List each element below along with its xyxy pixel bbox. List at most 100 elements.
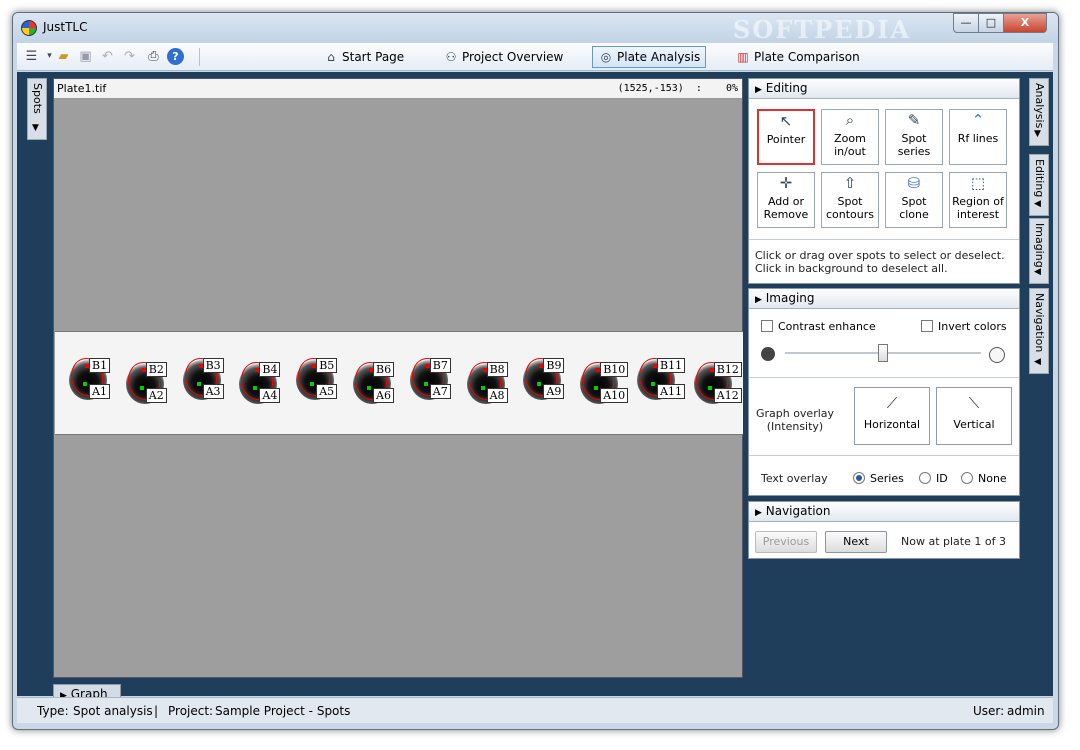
- horizontal-graph-button[interactable]: ⟋ Horizontal: [854, 387, 930, 445]
- main-toolbar: ☰ ▾ ▰ ▣ ↶ ↷ ⎙ ? ⌂ Start Page ⚇ Project Ove…: [17, 43, 1053, 71]
- spot-pair[interactable]: B3 A3: [181, 342, 237, 428]
- radio-circle[interactable]: [853, 472, 865, 484]
- status-user-value: admin: [1007, 704, 1045, 718]
- workspace: Spots ▼ Plate1.tif (1525,-153) : 0% B1 A1…: [17, 72, 1053, 704]
- spot-label-bottom: A12: [713, 388, 742, 403]
- watermark: SOFTPEDIA: [733, 15, 912, 44]
- spot-bottom-marker: [367, 386, 371, 390]
- divider: [749, 455, 1019, 456]
- text-overlay-id-radio[interactable]: ID: [919, 472, 948, 485]
- spot-clone-button[interactable]: ⛁ Spot clone: [885, 172, 943, 228]
- imaging-tab-label: Imaging: [1033, 223, 1046, 268]
- status-bar: Type: Spot analysis | Project: Sample Pr…: [17, 697, 1053, 723]
- spot-bottom-marker: [537, 382, 542, 386]
- spot-series-button[interactable]: ✎ Spot series: [885, 109, 943, 165]
- plate-comparison-icon: ▥: [737, 50, 749, 64]
- add-remove-button[interactable]: ✛ Add or Remove: [757, 172, 815, 228]
- help-icon[interactable]: ?: [167, 48, 184, 65]
- editing-tab-label: Editing: [1033, 159, 1046, 198]
- spot-pair[interactable]: B7 A7: [408, 342, 464, 428]
- text-overlay-none-radio[interactable]: None: [961, 472, 1007, 485]
- rf-lines-button[interactable]: ⌃ Rf lines: [949, 109, 1007, 165]
- imaging-side-tab[interactable]: Imaging ◀: [1029, 218, 1049, 284]
- spot-label-top: B9: [543, 358, 565, 373]
- spot-pair[interactable]: B4 A4: [237, 346, 293, 432]
- next-button[interactable]: Next: [825, 531, 887, 553]
- add-remove-icon: ✛: [779, 174, 793, 192]
- checkbox-box[interactable]: [761, 320, 773, 332]
- zoom-button[interactable]: ⌕ Zoom in/out: [821, 109, 879, 165]
- invert-colors-checkbox[interactable]: Invert colors: [921, 320, 1007, 333]
- analysis-side-tab[interactable]: Analysis ▼: [1029, 78, 1049, 146]
- spot-label-top: B7: [429, 358, 451, 373]
- spot-label-top: B2: [145, 362, 167, 377]
- spot-label-top: B3: [202, 358, 224, 373]
- spot-contours-button[interactable]: ⇧ Spot contours: [821, 172, 879, 228]
- radio-circle[interactable]: [919, 472, 931, 484]
- tlc-plate[interactable]: B1 A1 B2 A2 B3 A3 B4 A4 B5 A5 B6 A6 B7 A7 B8 A8 B9 A9 B10 A…: [55, 331, 743, 435]
- analysis-tab-label: Analysis: [1033, 83, 1046, 129]
- chevron-left-icon: ◀: [1034, 357, 1041, 367]
- tab-plate-comparison[interactable]: ▥ Plate Comparison: [729, 46, 866, 68]
- expand-arrow-icon: ▶: [755, 85, 762, 95]
- text-overlay-series-radio[interactable]: Series: [853, 472, 904, 485]
- close-button[interactable]: X: [1003, 13, 1047, 33]
- spot-bottom-marker: [594, 386, 599, 390]
- spot-label-bottom: A9: [543, 384, 565, 399]
- navigation-panel-header[interactable]: ▶ Navigation: [749, 502, 1019, 522]
- app-window: JustTLC SOFTPEDIA — □ X ☰ ▾ ▰ ▣ ↶ ↷ ⎙ ? …: [12, 12, 1059, 730]
- spot-bottom-marker: [651, 382, 655, 386]
- spot-pair[interactable]: B2 A2: [124, 346, 180, 432]
- status-project-label: Project:: [168, 704, 214, 718]
- spot-pair[interactable]: B11 A11: [635, 342, 691, 428]
- spot-pair[interactable]: B6 A6: [351, 346, 407, 432]
- status-user-label: User:: [973, 704, 1005, 718]
- plate-position-status: Now at plate 1 of 3: [901, 535, 1006, 548]
- tab-project-overview[interactable]: ⚇ Project Overview: [437, 46, 569, 68]
- spot-bottom-marker: [707, 386, 712, 390]
- chevron-left-icon: ◀: [1034, 267, 1041, 277]
- tab-plate-analysis[interactable]: ◎ Plate Analysis: [592, 46, 707, 68]
- status-type-value: Spot analysis: [73, 704, 153, 718]
- plate-image-pane[interactable]: Plate1.tif (1525,-153) : 0% B1 A1 B2 A2 B3 A3…: [53, 78, 743, 678]
- status-separator: |: [154, 704, 159, 718]
- contrast-enhance-checkbox[interactable]: Contrast enhance: [761, 320, 876, 333]
- pointer-button[interactable]: ↖ Pointer: [757, 109, 815, 165]
- imaging-panel-header[interactable]: ▶ Imaging: [749, 289, 1019, 309]
- editing-side-tab[interactable]: Editing ◀: [1029, 154, 1049, 216]
- undo-icon[interactable]: ↶: [99, 48, 116, 65]
- slider-thumb[interactable]: [878, 344, 888, 362]
- list-icon[interactable]: ☰: [23, 48, 40, 65]
- spot-label-top: B1: [89, 358, 111, 373]
- region-of-interest-button[interactable]: ⬚ Region of interest: [949, 172, 1007, 228]
- spot-pair[interactable]: B8 A8: [465, 346, 521, 432]
- save-icon[interactable]: ▣: [77, 48, 94, 65]
- spot-bottom-marker: [310, 382, 315, 386]
- spot-pair[interactable]: B10 A10: [578, 346, 634, 432]
- spot-pair[interactable]: B12 A12: [692, 346, 743, 432]
- checkbox-box[interactable]: [921, 320, 933, 332]
- print-icon[interactable]: ⎙: [145, 48, 162, 65]
- spots-tab-label: Spots: [31, 83, 44, 114]
- open-folder-icon[interactable]: ▰: [55, 48, 72, 65]
- spot-pair[interactable]: B9 A9: [521, 342, 577, 428]
- spots-side-tab[interactable]: Spots ▼: [27, 78, 47, 140]
- vertical-graph-button[interactable]: ⟍ Vertical: [936, 387, 1012, 445]
- previous-button[interactable]: Previous: [755, 531, 817, 553]
- radio-circle[interactable]: [961, 472, 973, 484]
- spot-pair[interactable]: B1 A1: [67, 342, 123, 428]
- spot-pair[interactable]: B5 A5: [294, 342, 350, 428]
- editing-panel-header[interactable]: ▶ Editing: [749, 79, 1019, 99]
- expand-arrow-icon: ▶: [755, 295, 762, 305]
- navigation-side-tab[interactable]: Navigation ◀: [1029, 288, 1049, 374]
- spot-contours-icon: ⇧: [843, 174, 857, 192]
- horizontal-graph-icon: ⟋: [886, 394, 898, 412]
- chevron-down-icon: ▼: [1034, 129, 1041, 139]
- cursor-coordinates: (1525,-153) : 0%: [617, 83, 738, 94]
- spot-label-top: B5: [316, 358, 338, 373]
- redo-icon[interactable]: ↷: [121, 48, 138, 65]
- maximize-button[interactable]: □: [978, 13, 1004, 33]
- tab-start-page[interactable]: ⌂ Start Page: [317, 46, 410, 68]
- minimize-button[interactable]: —: [953, 13, 979, 33]
- chevron-left-icon: ◀: [1034, 199, 1041, 209]
